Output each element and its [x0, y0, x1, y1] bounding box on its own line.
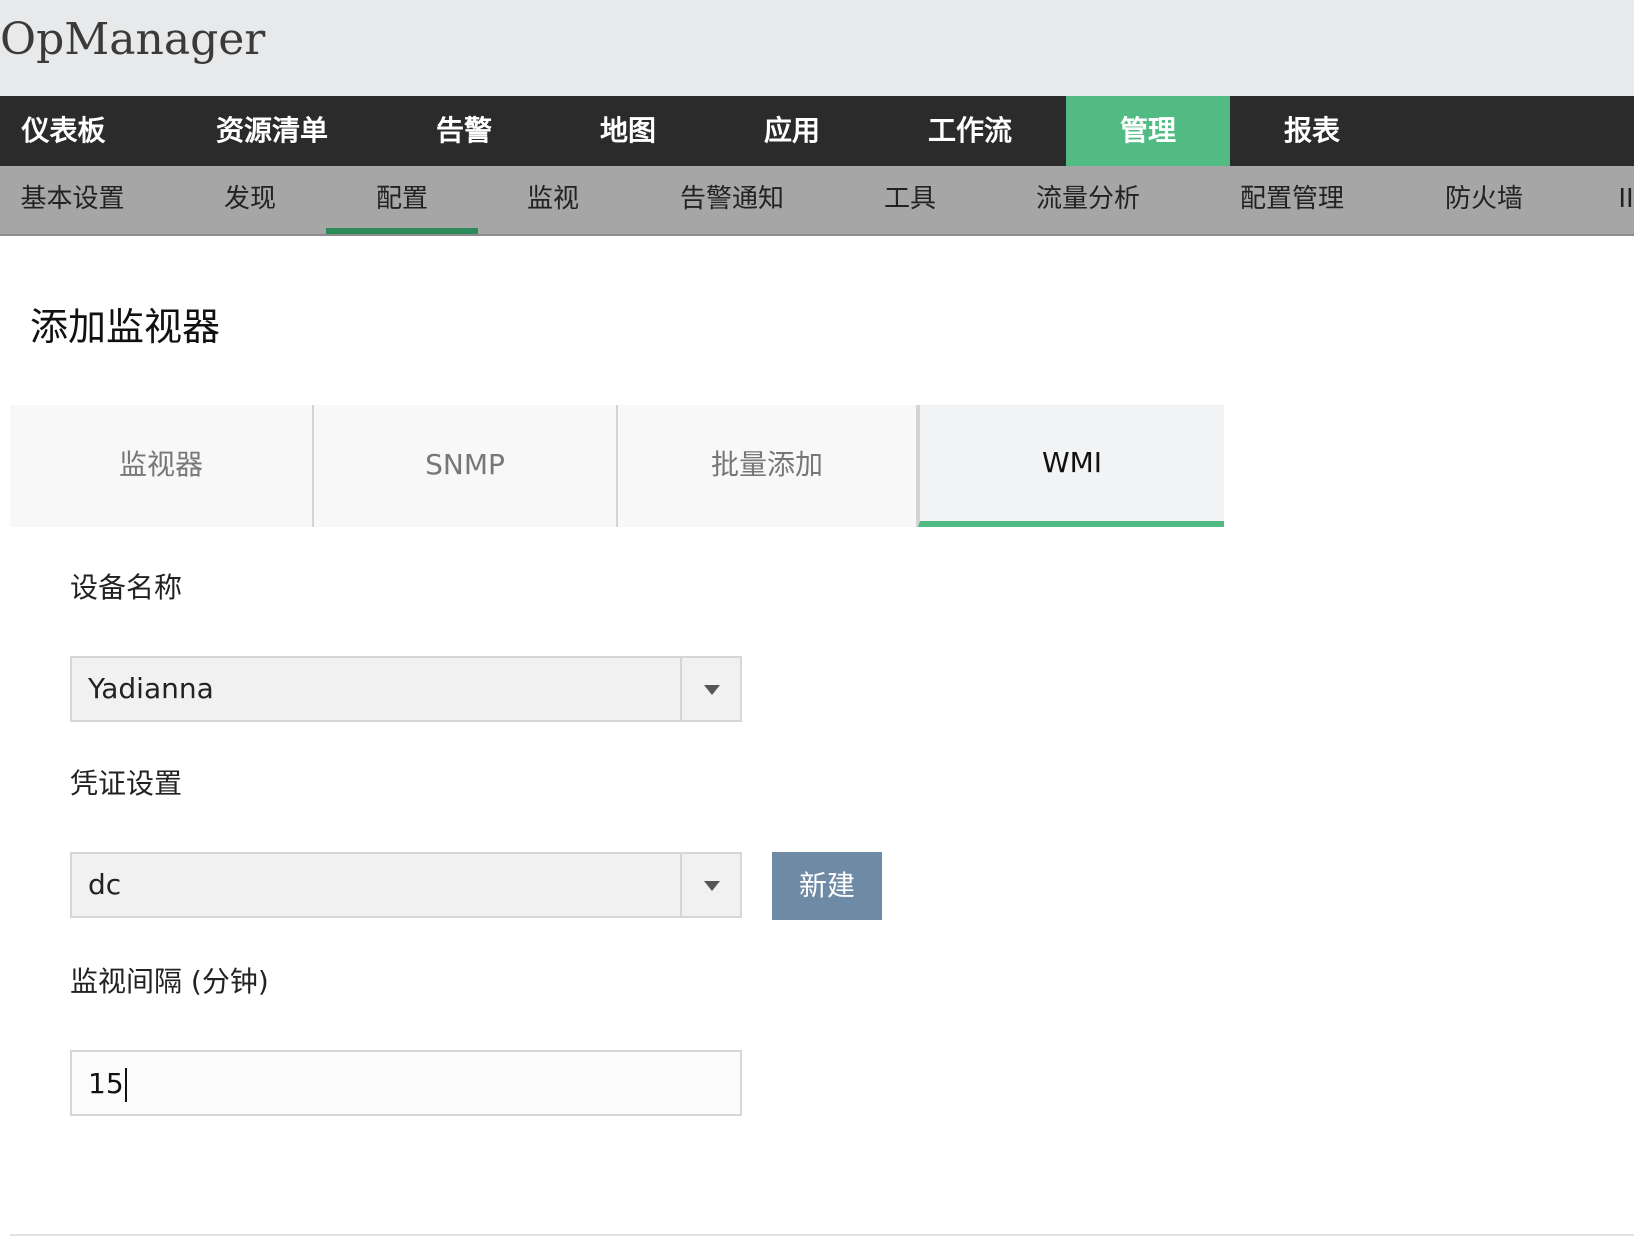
tab-monitor[interactable]: 监视器 [10, 405, 314, 527]
chevron-down-icon[interactable] [680, 658, 740, 720]
credential-value: dc [88, 868, 122, 901]
main-nav-dashboard[interactable]: 仪表板 [0, 96, 127, 166]
sub-nav-flow-analysis[interactable]: 流量分析 [1030, 166, 1146, 234]
page-title: 添加监视器 [30, 305, 221, 349]
main-nav-alarms[interactable]: 告警 [412, 96, 516, 166]
main-nav-workflow[interactable]: 工作流 [904, 96, 1036, 166]
sub-nav-alarm-notification[interactable]: 告警通知 [672, 166, 792, 234]
app-title: OpManager [0, 14, 266, 65]
main-nav-apps[interactable]: 应用 [740, 96, 844, 166]
main-nav-admin[interactable]: 管理 [1066, 96, 1230, 166]
interval-label: 监视间隔 (分钟) [70, 965, 269, 998]
main-nav-maps[interactable]: 地图 [576, 96, 680, 166]
credential-select[interactable]: dc [70, 852, 742, 918]
sub-nav-discovery[interactable]: 发现 [205, 166, 295, 234]
device-name-value: Yadianna [88, 672, 214, 705]
sub-nav-firewall[interactable]: 防火墙 [1436, 166, 1532, 234]
sub-nav-more[interactable]: II [1618, 166, 1634, 234]
main-nav-inventory[interactable]: 资源清单 [172, 96, 372, 166]
device-name-label: 设备名称 [70, 571, 183, 604]
bottom-divider [10, 1234, 1634, 1236]
sub-nav-config-management[interactable]: 配置管理 [1234, 166, 1350, 234]
sub-nav-monitoring[interactable]: 监视 [508, 166, 598, 234]
new-credential-button[interactable]: 新建 [772, 852, 882, 920]
sub-nav: 基本设置 发现 配置 监视 告警通知 工具 流量分析 配置管理 防火墙 II [0, 166, 1634, 236]
text-caret [124, 1068, 127, 1102]
main-nav-reports[interactable]: 报表 [1260, 96, 1364, 166]
sub-nav-tools[interactable]: 工具 [868, 166, 952, 234]
device-name-select[interactable]: Yadianna [70, 656, 742, 722]
tab-bar: 监视器 SNMP 批量添加 WMI [10, 405, 1224, 527]
sub-nav-basic-settings[interactable]: 基本设置 [0, 166, 145, 234]
app-header: OpManager [0, 0, 1634, 96]
tab-wmi[interactable]: WMI [918, 405, 1224, 527]
chevron-down-icon[interactable] [680, 854, 740, 916]
tab-bulk-add[interactable]: 批量添加 [618, 405, 918, 527]
sub-nav-configuration[interactable]: 配置 [326, 166, 478, 234]
tab-snmp[interactable]: SNMP [314, 405, 618, 527]
main-nav: 仪表板 资源清单 告警 地图 应用 工作流 管理 报表 [0, 96, 1634, 166]
interval-input[interactable]: 15 [70, 1050, 742, 1116]
interval-text: 15 [88, 1067, 124, 1100]
credential-label: 凭证设置 [70, 767, 183, 800]
interval-value: 15 [88, 1052, 127, 1116]
